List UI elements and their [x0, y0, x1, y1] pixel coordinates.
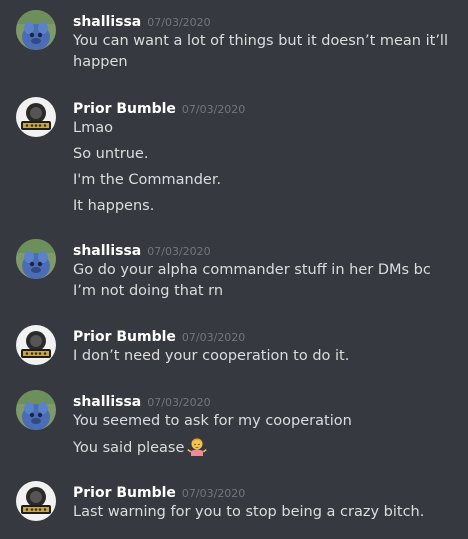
message-header: shallissa 07/03/2020 — [73, 390, 211, 412]
avatar[interactable] — [16, 325, 56, 365]
username[interactable]: shallissa — [73, 394, 141, 410]
message-text: You seemed to ask for my cooperation — [73, 413, 352, 429]
username[interactable]: Prior Bumble — [73, 101, 176, 117]
avatar[interactable] — [16, 97, 56, 137]
timestamp: 07/03/2020 — [181, 331, 246, 344]
avatar[interactable] — [16, 481, 56, 521]
message-text: You can want a lot of things but it does… — [73, 33, 448, 70]
gold-crest-avatar-icon — [16, 325, 56, 365]
message-header: Prior Bumble 07/03/2020 — [73, 481, 245, 503]
message-text: I'm the Commander. — [73, 172, 222, 188]
message-text: Go do your alpha commander stuff in her … — [73, 262, 431, 299]
gold-crest-avatar-icon — [16, 97, 56, 137]
person-shrugging-emoji-icon — [187, 438, 207, 456]
avatar[interactable] — [16, 239, 56, 279]
username[interactable]: Prior Bumble — [73, 329, 176, 345]
message-text: It happens. — [73, 198, 155, 214]
blue-creature-avatar-icon — [16, 390, 56, 430]
message-text: So untrue. — [73, 146, 149, 162]
blue-creature-avatar-icon — [16, 10, 56, 50]
message-text: You said please — [73, 437, 453, 459]
gold-crest-avatar-icon — [16, 481, 56, 521]
message-text: Lmao — [73, 120, 113, 136]
message-header: Prior Bumble 07/03/2020 — [73, 97, 245, 119]
username[interactable]: shallissa — [73, 243, 141, 259]
message-text: Last warning for you to stop being a cra… — [73, 504, 425, 520]
message-text: I don’t need your cooperation to do it. — [73, 348, 350, 364]
username[interactable]: Prior Bumble — [73, 485, 176, 501]
message-header: shallissa 07/03/2020 — [73, 239, 211, 261]
timestamp: 07/03/2020 — [147, 16, 211, 29]
message-header: Prior Bumble 07/03/2020 — [73, 325, 245, 347]
avatar[interactable] — [16, 10, 56, 50]
avatar[interactable] — [16, 390, 56, 430]
message-header: shallissa 07/03/2020 — [73, 10, 211, 32]
message-text-inline: You said please — [73, 440, 185, 456]
timestamp: 07/03/2020 — [147, 245, 211, 258]
timestamp: 07/03/2020 — [181, 103, 246, 116]
blue-creature-avatar-icon — [16, 239, 56, 279]
timestamp: 07/03/2020 — [147, 396, 211, 409]
username[interactable]: shallissa — [73, 14, 141, 30]
timestamp: 07/03/2020 — [181, 487, 246, 500]
